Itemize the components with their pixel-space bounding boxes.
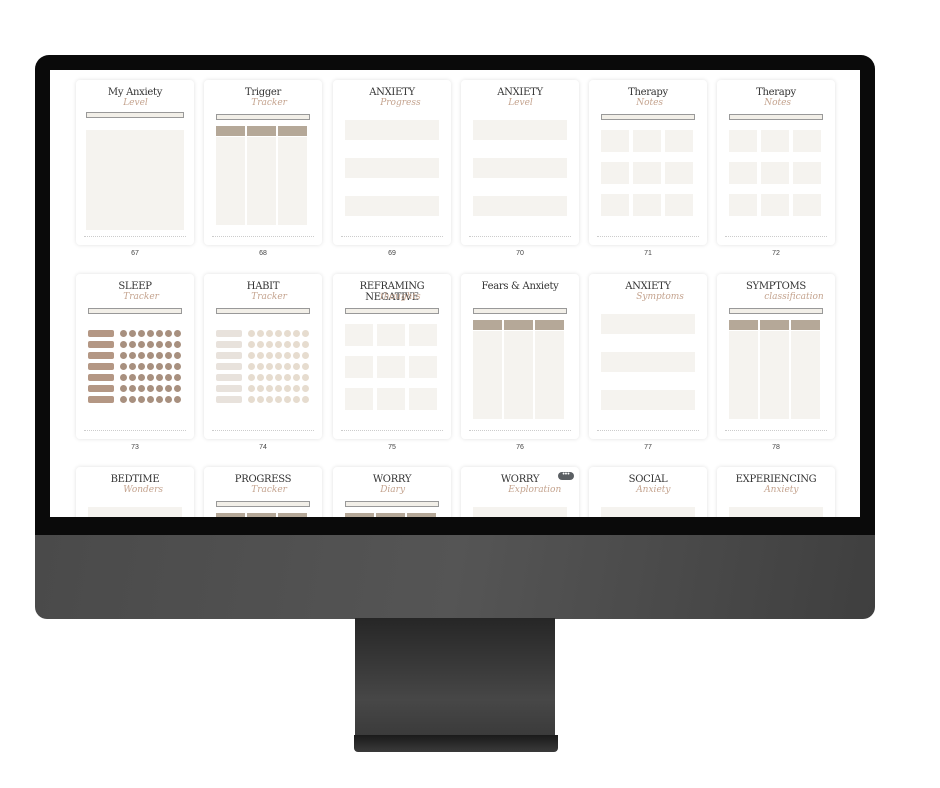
page-title: EXPERIENCING <box>735 474 817 485</box>
page-subtitle: Tracker <box>251 485 287 495</box>
page-number: 68 <box>259 250 267 257</box>
page-subtitle: Anxiety <box>636 485 671 495</box>
page-thumbnail[interactable]: WORRY Diary <box>333 467 451 517</box>
monitor-stand-base <box>354 735 558 752</box>
page-subtitle: Symptoms <box>636 292 684 302</box>
page-number: 76 <box>516 444 524 451</box>
page-title: ANXIETY <box>625 281 671 292</box>
page-subtitle: Exploration <box>508 485 562 495</box>
page-subtitle: Wonders <box>123 485 164 495</box>
page-number: 73 <box>131 444 139 451</box>
page-title: ANXIETY <box>369 87 415 98</box>
page-thumbnail[interactable]: Therapy Notes <box>589 80 707 245</box>
page-subtitle: Tracker <box>251 98 287 108</box>
page-title: Trigger <box>244 87 282 98</box>
page-title: My Anxiety <box>107 87 163 98</box>
page-thumbnail[interactable]: PROGRESS Tracker <box>204 467 322 517</box>
page-thumbnail[interactable]: SOCIAL Anxiety <box>589 467 707 517</box>
page-thumbnail[interactable]: SYMPTOMS classification <box>717 274 835 439</box>
page-title: Fears & Anxiety <box>481 281 559 292</box>
page-number: 70 <box>516 250 524 257</box>
monitor-chin <box>35 535 875 619</box>
page-title: ANXIETY <box>497 87 543 98</box>
page-title: Therapy <box>756 87 796 98</box>
page-number: 69 <box>388 250 396 257</box>
page-thumbnail[interactable]: HABIT Tracker <box>204 274 322 439</box>
page-thumbnail[interactable]: ANXIETY Progress <box>333 80 451 245</box>
page-thumbnail[interactable]: REFRAMING NEGATIVE thoughts <box>333 274 451 439</box>
page-title: WORRY <box>372 474 412 485</box>
monitor-screen: My Anxiety Level 67 Trigger Tracker 68 ANXIE… <box>50 70 860 517</box>
page-thumbnail[interactable]: ANXIETY Level <box>461 80 579 245</box>
page-subtitle: thoughts <box>380 292 421 302</box>
page-title: SYMPTOMS <box>746 281 806 292</box>
page-number: 74 <box>259 444 267 451</box>
page-subtitle: classification <box>764 292 824 302</box>
page-thumbnail[interactable]: My Anxiety Level <box>76 80 194 245</box>
page-subtitle: Tracker <box>251 292 287 302</box>
page-subtitle: Anxiety <box>764 485 799 495</box>
more-options-button[interactable]: ••• <box>558 471 574 480</box>
page-subtitle: Notes <box>764 98 792 108</box>
page-thumbnail[interactable]: Fears & Anxiety <box>461 274 579 439</box>
page-thumbnail[interactable]: BEDTIME Wonders <box>76 467 194 517</box>
page-subtitle: Progress <box>380 98 421 108</box>
page-title: SLEEP <box>118 281 152 292</box>
page-number: 75 <box>388 444 396 451</box>
page-subtitle: Notes <box>636 98 664 108</box>
page-title: HABIT <box>246 281 280 292</box>
page-title: PROGRESS <box>234 474 292 485</box>
page-number: 67 <box>131 250 139 257</box>
page-title: Therapy <box>628 87 668 98</box>
page-number: 77 <box>644 444 652 451</box>
page-subtitle: Level <box>123 98 148 108</box>
page-number: 78 <box>772 444 780 451</box>
page-thumbnail[interactable]: Trigger Tracker <box>204 80 322 245</box>
page-number: 72 <box>772 250 780 257</box>
page-title: BEDTIME <box>110 474 160 485</box>
page-subtitle: Diary <box>380 485 406 495</box>
page-number: 71 <box>644 250 652 257</box>
page-subtitle: Level <box>508 98 533 108</box>
page-title: SOCIAL <box>628 474 668 485</box>
monitor-stand <box>355 618 555 735</box>
page-thumbnail[interactable]: SLEEP Tracker <box>76 274 194 439</box>
page-thumbnail[interactable]: EXPERIENCING Anxiety <box>717 467 835 517</box>
page-thumbnail[interactable]: ANXIETY Symptoms <box>589 274 707 439</box>
page-subtitle: Tracker <box>123 292 159 302</box>
page-thumbnail[interactable]: Therapy Notes <box>717 80 835 245</box>
